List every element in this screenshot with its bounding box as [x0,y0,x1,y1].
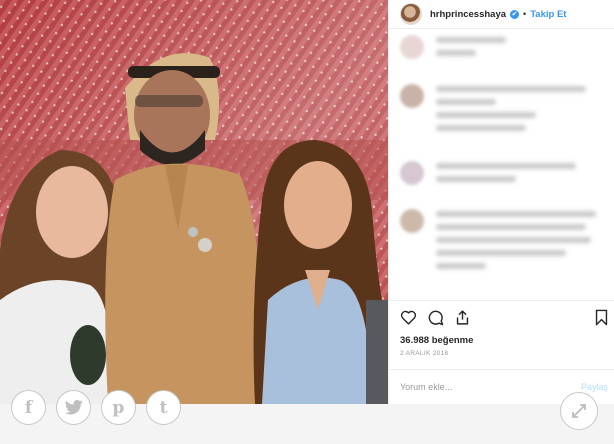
commenter-avatar [400,35,424,59]
bookmark-icon[interactable] [594,309,609,326]
post-date: 2 ARALIK 2018 [400,350,449,357]
share-bar: f p t [0,390,614,444]
comments-list[interactable] [389,29,614,299]
follow-button[interactable]: Takip Et [530,9,566,20]
post-header: hrhprincesshaya ✔ • Takip Et [389,0,614,29]
commenter-avatar [400,209,424,233]
commenter-avatar [400,161,424,185]
facebook-icon: f [24,397,33,418]
tumblr-share-button[interactable]: t [146,390,181,425]
tumblr-icon: t [159,397,168,418]
heart-icon[interactable] [400,309,417,326]
twitter-icon [64,400,83,415]
likes-count[interactable]: 36.988 beğenme [400,335,473,346]
expand-icon [572,404,586,418]
comment-input[interactable]: Yorum ekle... [400,382,452,392]
comment-item [400,161,576,189]
share-icon[interactable] [454,309,471,326]
separator-dot: • [523,9,527,19]
facebook-share-button[interactable]: f [11,390,46,425]
comment-item [400,209,596,276]
twitter-share-button[interactable] [56,390,91,425]
pinterest-share-button[interactable]: p [101,390,136,425]
comment-icon[interactable] [427,309,444,326]
post-comment-button[interactable]: Paylaş [581,382,608,392]
post-photo[interactable] [0,0,388,404]
post-actions [389,300,614,335]
commenter-avatar [400,84,424,108]
avatar[interactable] [400,3,422,25]
pinterest-icon: p [112,397,125,418]
comment-item [400,35,506,63]
expand-button[interactable] [560,392,598,430]
username-link[interactable]: hrhprincesshaya [430,9,506,20]
post-side-panel: hrhprincesshaya ✔ • Takip Et 36.988 beğe… [388,0,614,404]
verified-badge-icon: ✔ [510,9,520,19]
comment-item [400,84,586,138]
